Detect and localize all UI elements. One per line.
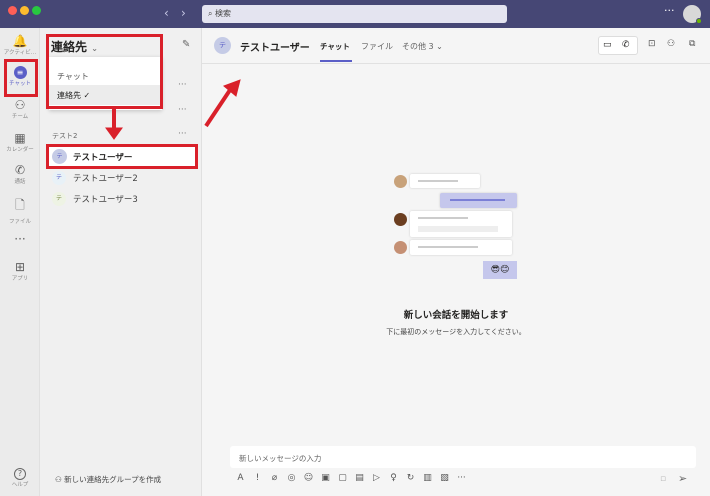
arrow-up-right — [204, 88, 232, 128]
arrow-head — [105, 127, 123, 140]
annotation-arrows — [105, 79, 241, 140]
